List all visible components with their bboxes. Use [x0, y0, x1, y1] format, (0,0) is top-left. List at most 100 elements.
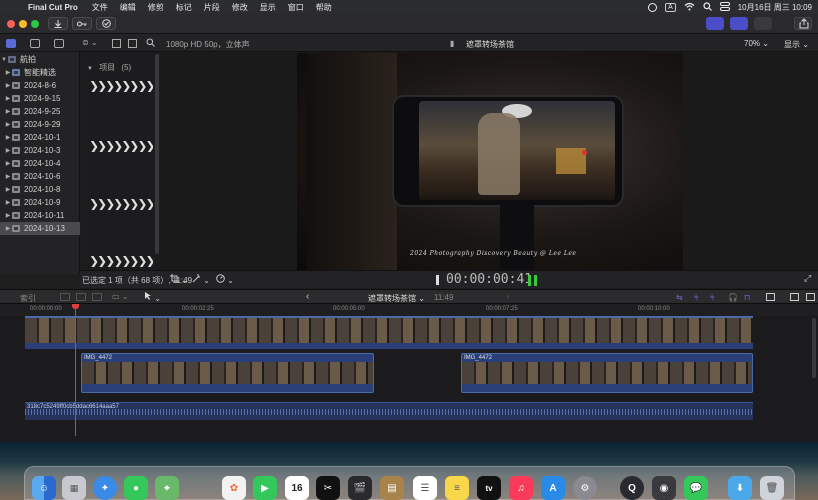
wechat-icon[interactable]: 💬 — [684, 476, 708, 500]
edit-mode-menu[interactable]: ▭ ⌄ — [112, 292, 128, 301]
disclosure-closed-icon[interactable]: ▶ — [4, 186, 12, 193]
trash-icon[interactable]: 🗑 — [760, 476, 784, 500]
search-icon[interactable] — [703, 1, 712, 13]
browser-scrollbar[interactable] — [155, 54, 159, 254]
menu-help[interactable]: 帮助 — [310, 2, 338, 13]
disclosure-closed-icon[interactable]: ▶ — [4, 147, 12, 154]
projects-section-header[interactable]: ▼ 项目 (5) — [87, 62, 131, 73]
sidebar-item-event[interactable]: ▶ 2024-10-6 — [0, 170, 80, 183]
sidebar-item-event[interactable]: ▶ 2024-8-6 — [0, 79, 80, 92]
facetime-icon[interactable]: ▶ — [253, 476, 277, 500]
timeline-ruler[interactable]: 00:00:00:00 00:00:02:25 00:00:05:00 00:0… — [0, 304, 818, 316]
sidebar-item-event[interactable]: ▶ 2024-10-8 — [0, 183, 80, 196]
clip-appearance-timeline-icon[interactable] — [766, 293, 775, 301]
tv-icon[interactable]: tv — [477, 476, 501, 500]
sidebar-item-event[interactable]: ▶ 2024-10-4 — [0, 157, 80, 170]
clip-filter-icon[interactable]: ⊜ ⌄ — [82, 38, 102, 48]
clip-appearance-icon[interactable] — [112, 39, 121, 48]
safari-icon[interactable]: ✦ — [93, 476, 117, 500]
timeline-scrollbar[interactable] — [812, 318, 816, 378]
audio-roles-icon[interactable]: ⇆ — [676, 293, 683, 302]
minimize-window-button[interactable] — [19, 20, 27, 28]
notes-icon[interactable]: ≡ — [445, 476, 469, 500]
disclosure-closed-icon[interactable]: ▶ — [4, 69, 12, 76]
disclosure-closed-icon[interactable]: ▶ — [4, 173, 12, 180]
photos-audio-icon[interactable] — [30, 39, 40, 48]
background-tasks-button[interactable] — [96, 17, 116, 30]
import-button[interactable] — [48, 17, 68, 30]
titles-generators-icon[interactable] — [54, 39, 64, 48]
instruments-icon[interactable]: ▤ — [380, 476, 404, 500]
launchpad-icon[interactable]: ▦ — [62, 476, 86, 500]
crop-menu[interactable]: ⌄ — [170, 274, 188, 285]
snapping-icon[interactable]: ⊓ — [744, 293, 750, 302]
inspector-toggle-button[interactable] — [754, 17, 772, 30]
enhance-menu[interactable]: ⌄ — [192, 274, 210, 285]
connected-clip[interactable]: IMG_4472 — [81, 353, 374, 393]
finder-icon[interactable]: ☺ — [32, 476, 56, 500]
headphones-icon[interactable]: 🎧 — [728, 293, 738, 302]
project-thumbnail[interactable]: ❯❯❯❯❯❯❯❯❯❯❯❯ — [89, 80, 153, 92]
speed-menu[interactable]: ⌄ — [216, 274, 234, 285]
close-window-button[interactable] — [7, 20, 15, 28]
disclosure-closed-icon[interactable]: ▶ — [4, 82, 12, 89]
clock[interactable]: 10月16日 周三 10:09 — [738, 2, 812, 13]
menu-mark[interactable]: 标记 — [170, 2, 198, 13]
project-thumbnail[interactable]: ❯❯❯❯❯❯❯❯❯❯❯❯ — [89, 198, 153, 210]
capcut-icon[interactable]: ✂ — [316, 476, 340, 500]
primary-storyline-clip[interactable] — [25, 316, 753, 349]
keyword-button[interactable] — [72, 17, 92, 30]
sidebar-item-library[interactable]: ▼ 航拍 — [0, 53, 80, 66]
tool-menu[interactable]: ⌄ — [144, 292, 161, 303]
disclosure-closed-icon[interactable]: ▶ — [4, 225, 12, 232]
share-button[interactable] — [794, 17, 812, 30]
timeline[interactable]: IMG_4472 IMG_4472 318c7c5249ff0cb5ddac66… — [0, 316, 818, 442]
messages-icon[interactable]: ● — [124, 476, 148, 500]
quicktime-icon[interactable]: Q — [620, 476, 644, 500]
zoom-menu[interactable]: 70% ⌄ — [744, 39, 769, 48]
connected-clip[interactable]: IMG_4472 — [461, 353, 753, 393]
zoom-window-button[interactable] — [31, 20, 39, 28]
sidebar-item-event[interactable]: ▶ 2024-9-15 — [0, 92, 80, 105]
project-thumbnail[interactable]: ❯❯❯❯❯❯❯❯❯❯❯❯ — [89, 255, 153, 267]
menu-view[interactable]: 显示 — [254, 2, 282, 13]
music-icon[interactable]: ♫ — [509, 476, 533, 500]
sidebar-item-smart-collections[interactable]: ▶ 智能精选 — [0, 66, 80, 79]
photos-icon[interactable]: ✿ — [222, 476, 246, 500]
view-menu[interactable]: 显示 ⌄ — [784, 39, 809, 50]
maps-icon[interactable]: ⌖ — [155, 476, 179, 500]
transitions-browser-icon[interactable] — [806, 293, 815, 301]
menu-window[interactable]: 窗口 — [282, 2, 310, 13]
disclosure-closed-icon[interactable]: ▶ — [4, 108, 12, 115]
wifi-icon[interactable] — [684, 2, 695, 13]
effects-browser-icon[interactable] — [790, 293, 799, 301]
disclosure-open-icon[interactable]: ▼ — [87, 66, 93, 72]
timeline-project-menu[interactable]: 遮罩转场茶馆 ⌄ — [368, 293, 425, 304]
downloads-icon[interactable]: ⬇ — [728, 476, 752, 500]
insert-clip-icon[interactable] — [76, 293, 86, 301]
reminders-icon[interactable]: ☰ — [413, 476, 437, 500]
sidebar-item-event-selected[interactable]: ▶ 2024-10-13 — [0, 222, 80, 235]
sidebar-item-event[interactable]: ▶ 2024-10-9 — [0, 196, 80, 209]
libraries-icon[interactable] — [6, 39, 16, 48]
menu-trim[interactable]: 修剪 — [142, 2, 170, 13]
overwrite-clip-icon[interactable] — [92, 293, 102, 301]
disclosure-open-icon[interactable]: ▼ — [0, 57, 8, 63]
append-clip-icon[interactable] — [60, 293, 70, 301]
record-icon[interactable] — [648, 2, 658, 12]
menu-edit[interactable]: 编辑 — [114, 2, 142, 13]
browser-toggle-button[interactable] — [706, 17, 724, 30]
calendar-icon[interactable]: 16 — [285, 476, 309, 500]
disclosure-closed-icon[interactable]: ▶ — [4, 134, 12, 141]
app-store-icon[interactable]: A — [541, 476, 565, 500]
disclosure-closed-icon[interactable]: ▶ — [4, 95, 12, 102]
menu-clip[interactable]: 片段 — [198, 2, 226, 13]
project-thumbnail[interactable]: ❯❯❯❯❯❯❯❯❯❯❯❯ — [89, 140, 153, 152]
timecode-display[interactable]: 00:00:00:41 — [446, 272, 532, 287]
playhead-handle[interactable] — [72, 304, 79, 309]
sidebar-item-event[interactable]: ▶ 2024-9-25 — [0, 105, 80, 118]
disclosure-closed-icon[interactable]: ▶ — [4, 212, 12, 219]
list-view-icon[interactable] — [128, 39, 137, 48]
sidebar-item-event[interactable]: ▶ 2024-10-3 — [0, 144, 80, 157]
timeline-toggle-button[interactable] — [730, 17, 748, 30]
